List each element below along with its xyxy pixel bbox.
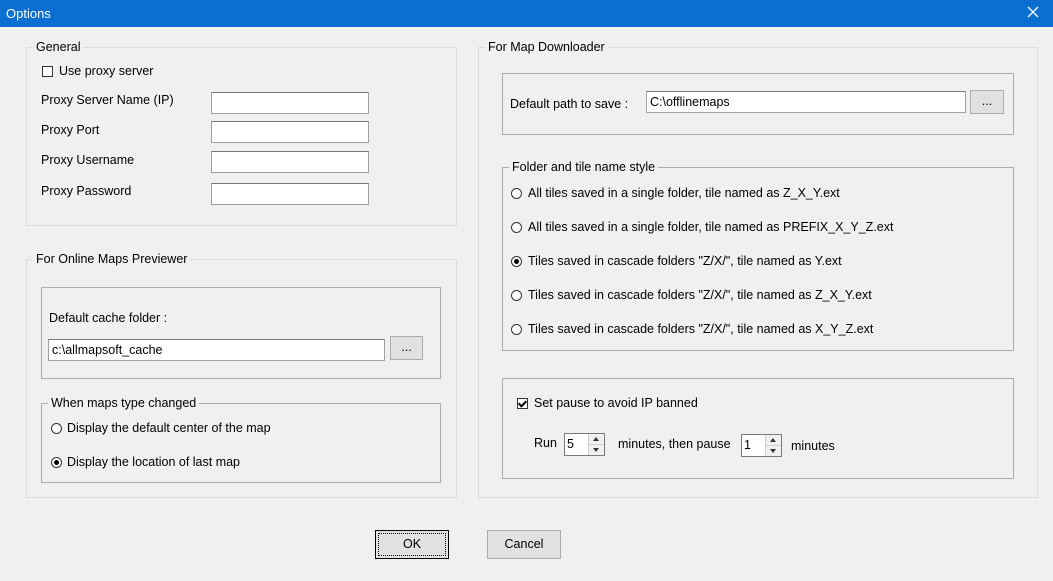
pause-spin-down-icon[interactable] [766, 446, 781, 456]
downloader-legend: For Map Downloader [488, 40, 605, 54]
pause-spinner-buttons [765, 435, 781, 456]
path-browse-button[interactable]: ... [970, 90, 1004, 114]
proxy-password-label: Proxy Password [41, 184, 132, 198]
use-proxy-checkbox[interactable] [42, 66, 53, 77]
style-option-4-label[interactable]: Tiles saved in cascade folders "Z/X/", t… [528, 288, 872, 302]
proxy-port-label: Proxy Port [41, 123, 100, 137]
style-radio-5[interactable] [511, 324, 522, 335]
run-minutes-value[interactable]: 5 [567, 437, 574, 451]
style-radio-2[interactable] [511, 222, 522, 233]
run-spin-down-icon[interactable] [589, 445, 604, 455]
proxy-password-input[interactable] [211, 183, 369, 205]
cache-folder-label: Default cache folder : [49, 311, 168, 325]
proxy-server-name-label: Proxy Server Name (IP) [41, 93, 174, 107]
pause-minutes-spinner[interactable]: 1 [741, 434, 782, 457]
pause-minutes-value[interactable]: 1 [744, 438, 751, 452]
proxy-username-input[interactable] [211, 151, 369, 173]
general-legend: General [36, 40, 81, 54]
set-pause-checkbox[interactable] [517, 398, 528, 409]
style-radio-1[interactable] [511, 188, 522, 199]
window-title: Options [6, 6, 51, 21]
tile-name-style-legend: Folder and tile name style [512, 160, 656, 174]
proxy-username-label: Proxy Username [41, 153, 135, 167]
use-proxy-label[interactable]: Use proxy server [59, 64, 153, 78]
last-map-location-label[interactable]: Display the location of last map [67, 455, 240, 469]
proxy-port-input[interactable] [211, 121, 369, 143]
style-option-2-label[interactable]: All tiles saved in a single folder, tile… [528, 220, 893, 234]
maps-type-changed-group: When maps type changed [41, 396, 441, 483]
close-icon[interactable] [1021, 3, 1045, 23]
style-radio-4[interactable] [511, 290, 522, 301]
pause-spin-up-icon[interactable] [766, 435, 781, 446]
minutes-label: minutes [791, 439, 835, 453]
run-spinner-buttons [588, 434, 604, 455]
last-map-location-radio[interactable] [51, 457, 62, 468]
style-option-3-label[interactable]: Tiles saved in cascade folders "Z/X/", t… [528, 254, 842, 268]
run-spin-up-icon[interactable] [589, 434, 604, 445]
ok-focus-rect [378, 533, 446, 556]
default-center-label[interactable]: Display the default center of the map [67, 421, 271, 435]
default-path-label: Default path to save : [510, 97, 629, 111]
run-label: Run [534, 436, 557, 450]
cache-browse-button[interactable]: ... [390, 336, 423, 360]
ok-button[interactable]: OK [375, 530, 449, 559]
cache-folder-box [41, 287, 441, 379]
default-path-input[interactable] [646, 91, 966, 113]
run-minutes-spinner[interactable]: 5 [564, 433, 605, 456]
style-radio-3[interactable] [511, 256, 522, 267]
proxy-server-name-input[interactable] [211, 92, 369, 114]
maps-type-changed-legend: When maps type changed [51, 396, 197, 410]
minutes-then-pause-label: minutes, then pause [618, 437, 731, 451]
previewer-legend: For Online Maps Previewer [36, 252, 188, 266]
cancel-button[interactable]: Cancel [487, 530, 561, 559]
style-option-5-label[interactable]: Tiles saved in cascade folders "Z/X/", t… [528, 322, 873, 336]
set-pause-label[interactable]: Set pause to avoid IP banned [534, 396, 698, 410]
title-bar: Options [0, 0, 1053, 27]
cache-folder-input[interactable] [48, 339, 385, 361]
style-option-1-label[interactable]: All tiles saved in a single folder, tile… [528, 186, 840, 200]
default-center-radio[interactable] [51, 423, 62, 434]
pause-settings-box [502, 378, 1014, 479]
